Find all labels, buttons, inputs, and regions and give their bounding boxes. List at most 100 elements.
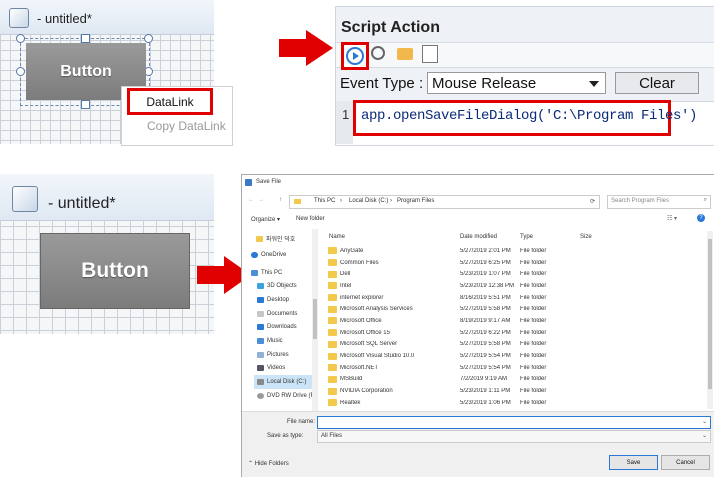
folder-icon — [328, 282, 337, 290]
nav-item-onedrive[interactable]: OneDrive — [251, 248, 286, 262]
view-options-icon[interactable]: ☷ ▾ — [667, 215, 677, 222]
search-input[interactable]: Search Program Files ⌕ — [607, 195, 711, 209]
scrollbar-thumb[interactable] — [708, 239, 712, 389]
file-row[interactable]: Microsoft.NET 5/27/2019 5:54 PM File folde… — [328, 362, 708, 374]
folder-icon — [328, 364, 337, 372]
resize-handle[interactable] — [81, 34, 90, 43]
resize-handle[interactable] — [81, 100, 90, 109]
column-name[interactable]: Name — [329, 234, 345, 240]
context-menu-item-datalink[interactable]: DataLink — [127, 88, 213, 115]
file-name: NVIDIA Corporation — [340, 388, 393, 395]
file-row[interactable]: MSBuild 7/2/2019 9:19 AM File folder — [328, 374, 708, 386]
file-list-scrollbar[interactable] — [707, 231, 713, 409]
file-row[interactable]: Common Files 5/27/2019 6:25 PM File folder — [328, 257, 708, 269]
resize-handle[interactable] — [144, 34, 153, 43]
play-icon — [346, 47, 364, 65]
new-folder-button[interactable]: New folder — [296, 216, 325, 222]
nav-item-videos[interactable]: Videos — [257, 361, 285, 375]
forward-arrow-icon[interactable]: → — [258, 197, 264, 203]
canvas-button-bottom[interactable]: Button — [40, 233, 190, 309]
column-type[interactable]: Type — [520, 234, 533, 240]
file-row[interactable]: Intel 5/23/2019 12:38 PM File folder — [328, 280, 708, 292]
resize-handle[interactable] — [16, 34, 25, 43]
folder-icon — [328, 329, 337, 337]
breadcrumb-local-disk[interactable]: Local Disk (C:) — [349, 198, 388, 204]
clear-button[interactable]: Clear — [615, 72, 699, 94]
nav-item-documents[interactable]: Documents — [257, 307, 297, 321]
folder-icon — [328, 270, 337, 278]
file-row[interactable]: Microsoft Office 15 5/27/2019 6:22 PM File… — [328, 327, 708, 339]
file-type: File folder — [520, 329, 547, 336]
chevron-up-icon: ⌃ — [248, 461, 254, 467]
resize-handle[interactable] — [16, 67, 25, 76]
nav-item-dvd-drive[interactable]: DVD RW Drive (F — [257, 389, 314, 403]
folder-icon — [328, 317, 337, 325]
hide-folders-button[interactable]: ⌃ Hide Folders — [248, 460, 289, 467]
file-name: AnyGate — [340, 247, 364, 254]
help-icon[interactable]: ? — [697, 214, 705, 222]
file-date: 5/23/2019 12:38 PM — [460, 282, 515, 289]
file-row[interactable]: Realtek 5/23/2019 1:06 PM File folder — [328, 397, 708, 409]
organize-button[interactable]: Organize ▾ — [251, 216, 280, 223]
file-name: Microsoft SQL Server — [340, 341, 398, 348]
file-row[interactable]: NVIDIA Corporation 5/23/2019 1:11 PM File … — [328, 385, 708, 397]
preview-icon[interactable] — [422, 45, 438, 63]
folder-icon — [328, 387, 337, 395]
file-type: File folder — [520, 364, 547, 371]
line-number: 1 — [342, 107, 350, 122]
address-bar[interactable]: This PC › Local Disk (C:) › Program File… — [289, 195, 600, 209]
column-size[interactable]: Size — [580, 234, 592, 240]
nav-item-music[interactable]: Music — [257, 334, 283, 348]
save-type-select[interactable]: All Files ⌄ — [317, 430, 711, 443]
file-date: 5/27/2019 6:22 PM — [460, 329, 511, 336]
folder-icon — [328, 340, 337, 348]
open-folder-icon[interactable] — [397, 48, 413, 60]
scrollbar-thumb[interactable] — [313, 299, 317, 339]
file-date: 5/27/2019 5:54 PM — [460, 353, 511, 360]
back-arrow-icon[interactable]: ← — [248, 197, 254, 203]
nav-item-this-pc[interactable]: This PC — [251, 266, 282, 280]
file-type: File folder — [520, 306, 547, 313]
folder-icon — [328, 352, 337, 360]
refresh-icon[interactable]: ⟳ — [590, 198, 595, 205]
context-menu-item-copy-datalink[interactable]: Copy DataLink — [147, 119, 226, 133]
file-name: Dell — [340, 271, 351, 278]
file-name: internet explorer — [340, 294, 384, 301]
up-arrow-icon[interactable]: ↑ — [279, 197, 282, 203]
code-text[interactable]: app.openSaveFileDialog('C:\Program Files… — [361, 108, 697, 124]
file-row[interactable]: Microsoft SQL Server 5/27/2019 5:58 PM Fil… — [328, 339, 708, 351]
breadcrumb-this-pc[interactable]: This PC — [314, 198, 335, 204]
app-icon — [12, 186, 38, 212]
nav-item-local-disk[interactable]: Local Disk (C:) — [254, 375, 317, 389]
nav-item[interactable]: 파워인 덕호 — [256, 232, 295, 246]
file-row[interactable]: AnyGate 5/27/2019 2:01 PM File folder — [328, 245, 708, 257]
nav-item-downloads[interactable]: Downloads — [257, 320, 297, 334]
file-date: 5/23/2019 1:07 PM — [460, 271, 511, 278]
event-type-label: Event Type : — [340, 75, 424, 92]
file-date: 7/2/2019 9:19 AM — [460, 376, 508, 383]
find-replace-icon[interactable] — [371, 46, 385, 60]
file-row[interactable]: internet explorer 8/16/2019 5:51 PM File f… — [328, 292, 708, 304]
save-file-dialog: Save File ← → ↑ This PC › Local Disk (C:… — [241, 174, 714, 477]
breadcrumb-program-files[interactable]: Program Files — [397, 198, 434, 204]
file-type: File folder — [520, 353, 547, 360]
file-row[interactable]: Dell 5/23/2019 1:07 PM File folder — [328, 268, 708, 280]
hide-folders-label: Hide Folders — [254, 461, 289, 467]
save-button[interactable]: Save — [609, 455, 658, 470]
file-row[interactable]: Microsoft Visual Studio 10.0 5/27/2019 5:… — [328, 350, 708, 362]
column-date-modified[interactable]: Date modified — [460, 234, 497, 240]
nav-item-desktop[interactable]: Desktop — [257, 293, 289, 307]
nav-item-pictures[interactable]: Pictures — [257, 348, 289, 362]
cancel-button[interactable]: Cancel — [661, 455, 710, 470]
file-row[interactable]: Microsoft Analysis Services 5/27/2019 5:5… — [328, 303, 708, 315]
file-name: Microsoft Analysis Services — [340, 306, 413, 313]
event-type-select[interactable]: Mouse Release — [427, 72, 606, 94]
save-type-value: All Files — [321, 433, 343, 439]
chevron-down-icon: ⌄ — [701, 433, 707, 439]
file-row[interactable]: Microsoft Office 8/19/2019 9:17 AM File fo… — [328, 315, 708, 327]
run-button[interactable] — [341, 42, 369, 70]
nav-item-3d-objects[interactable]: 3D Objects — [257, 279, 297, 293]
file-name-input[interactable]: ⌄ — [317, 416, 711, 429]
context-menu-item-label: DataLink — [146, 94, 194, 109]
folder-icon — [328, 399, 337, 407]
